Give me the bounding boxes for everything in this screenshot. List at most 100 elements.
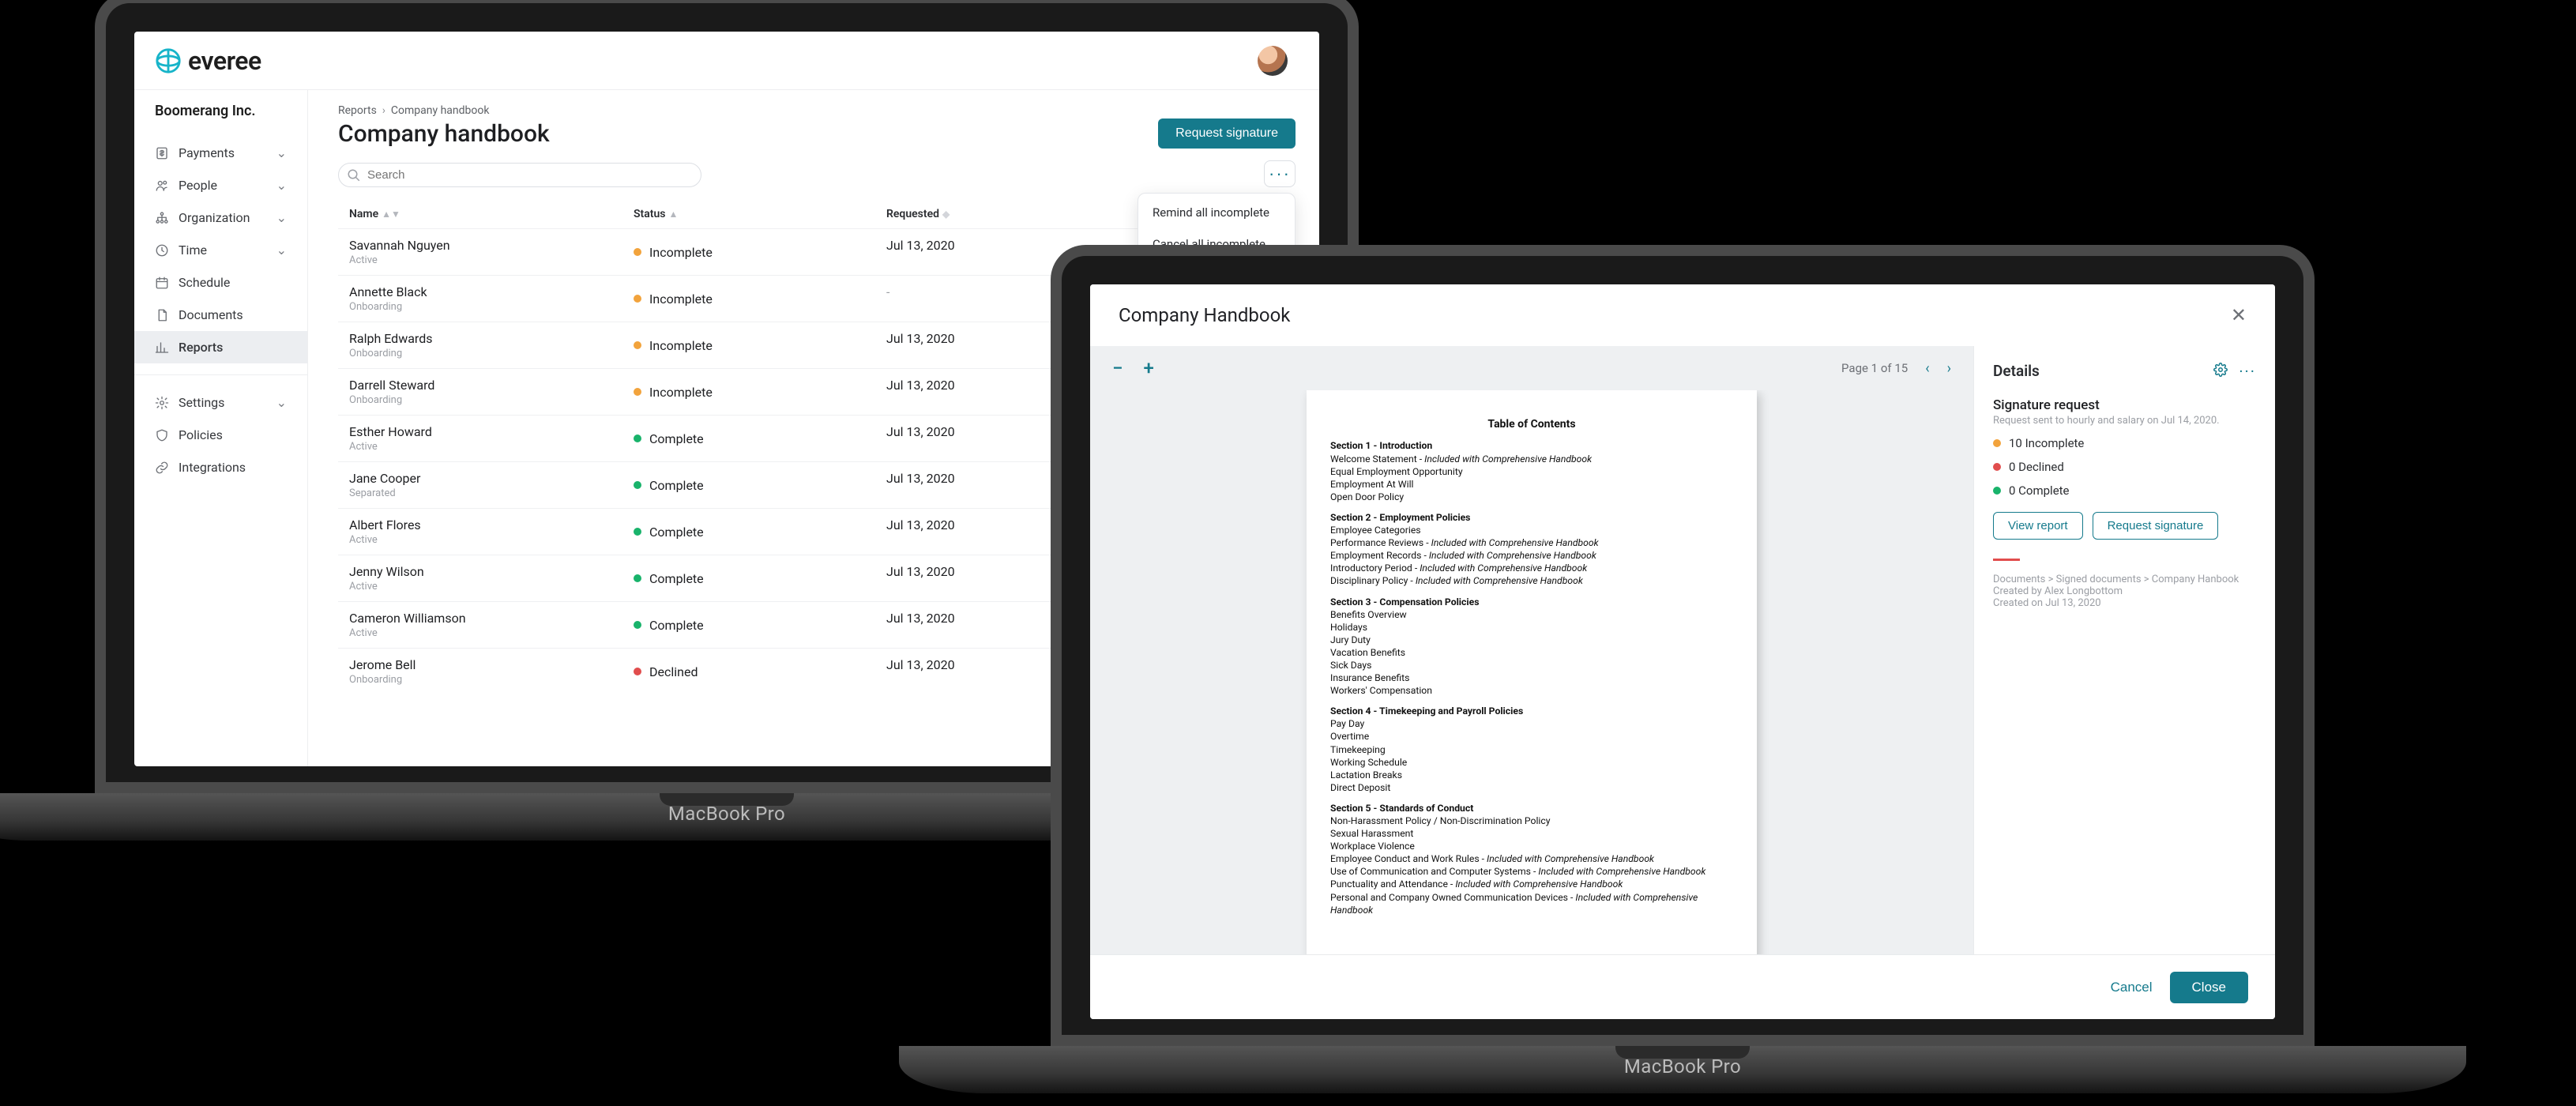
more-button[interactable]: ··· (1264, 160, 1296, 187)
row-status: Declined (649, 664, 698, 679)
page-title: Company handbook (338, 120, 550, 148)
close-icon[interactable]: ✕ (2231, 304, 2247, 327)
doc-icon (155, 308, 169, 322)
doc-line: Personal and Company Owned Communication… (1330, 891, 1733, 916)
gear-icon[interactable] (2213, 362, 2228, 381)
row-sub: Onboarding (349, 301, 634, 313)
viewer-toolbar: − + Page 1 of 15 ‹ › (1090, 346, 1973, 390)
detail-stat: 0 Declined (1993, 460, 2256, 474)
request-signature-button-2[interactable]: Request signature (2093, 512, 2219, 540)
sidebar-item-people[interactable]: People ⌄ (134, 169, 307, 201)
sidebar-item-label: Schedule (179, 275, 230, 290)
doc-line: Introductory Period - Included with Comp… (1330, 562, 1733, 574)
chevron-down-icon: ⌄ (276, 178, 287, 193)
row-status: Complete (649, 571, 704, 586)
sidebar-item-documents[interactable]: Documents (134, 299, 307, 331)
doc-section-heading: Section 4 - Timekeeping and Payroll Poli… (1330, 705, 1733, 717)
row-sub: Active (349, 627, 634, 639)
doc-line: Timekeeping (1330, 743, 1733, 756)
chevron-down-icon: ⌄ (276, 395, 287, 410)
status-dot (634, 668, 641, 675)
col-name[interactable]: Name▲▼ (349, 208, 634, 220)
row-name: Savannah Nguyen (349, 238, 634, 253)
crumb-page: Company handbook (391, 104, 490, 117)
zoom-in-icon[interactable]: + (1144, 357, 1154, 379)
detail-stat: 0 Complete (1993, 483, 2256, 498)
row-sub: Onboarding (349, 348, 634, 359)
row-status: Complete (649, 431, 704, 446)
status-dot (634, 388, 641, 396)
avatar[interactable] (1258, 46, 1288, 76)
laptop-docviewer: Company Handbook ✕ − + Page 1 of 15 ‹ › (1051, 245, 2315, 1093)
sidebar-item-time[interactable]: Time ⌄ (134, 234, 307, 266)
search-input[interactable] (338, 163, 701, 187)
sidebar-item-policies[interactable]: Policies (134, 419, 307, 451)
status-dot (634, 621, 641, 629)
page-label: Page 1 of 15 (1841, 361, 1908, 375)
crumb-reports[interactable]: Reports (338, 104, 377, 117)
doc-line: Employment At Will (1330, 478, 1733, 491)
row-name: Jane Cooper (349, 471, 634, 486)
row-sub: Onboarding (349, 394, 634, 406)
prev-page-icon[interactable]: ‹ (1925, 360, 1929, 377)
doc-toc-title: Table of Contents (1330, 417, 1733, 431)
gear-icon (155, 396, 169, 410)
doc-section-heading: Section 3 - Compensation Policies (1330, 596, 1733, 608)
stat-label: 0 Complete (2009, 483, 2070, 498)
accent-line (1993, 559, 2020, 561)
sidebar-item-integrations[interactable]: Integrations (134, 451, 307, 483)
col-status[interactable]: Status▲ (634, 208, 886, 220)
request-signature-button[interactable]: Request signature (1158, 118, 1296, 149)
dollar-icon (155, 146, 169, 160)
sidebar-item-organization[interactable]: Organization ⌄ (134, 201, 307, 234)
stat-label: 10 Incomplete (2009, 436, 2084, 450)
more-icon[interactable]: ··· (2239, 362, 2256, 381)
laptop-brand: MacBook Pro (668, 803, 785, 825)
sidebar-item-payments[interactable]: Payments ⌄ (134, 137, 307, 169)
row-status: Complete (649, 478, 704, 493)
doc-line: Disciplinary Policy - Included with Comp… (1330, 574, 1733, 587)
col-requested[interactable]: Requested◆ (886, 208, 1123, 220)
view-report-button[interactable]: View report (1993, 512, 2083, 540)
zoom-out-icon[interactable]: − (1112, 357, 1123, 379)
cal-icon (155, 276, 169, 290)
app-header: everee (134, 32, 1319, 90)
doc-line: Vacation Benefits (1330, 646, 1733, 659)
logo-icon (155, 47, 182, 74)
org-icon (155, 211, 169, 225)
breadcrumb: Reports › Company handbook (338, 104, 1296, 117)
sidebar-item-label: Settings (179, 395, 224, 410)
modal-title: Company Handbook (1119, 304, 1290, 326)
sidebar-item-settings[interactable]: Settings ⌄ (134, 386, 307, 419)
chevron-down-icon: ⌄ (276, 243, 287, 258)
status-dot (1993, 439, 2001, 447)
doc-line: Pay Day (1330, 717, 1733, 730)
created-by: Created by Alex Longbottom (1993, 585, 2256, 597)
sidebar-item-label: People (179, 178, 217, 193)
clock-icon (155, 243, 169, 258)
status-dot (634, 574, 641, 582)
menu-remind-all[interactable]: Remind all incomplete (1138, 197, 1295, 228)
sidebar-item-schedule[interactable]: Schedule (134, 266, 307, 299)
sidebar-item-label: Documents (179, 307, 243, 322)
close-button[interactable]: Close (2170, 972, 2248, 1003)
doc-line: Overtime (1330, 730, 1733, 743)
doc-line: Use of Communication and Computer System… (1330, 865, 1733, 878)
row-status: Incomplete (649, 385, 713, 400)
sidebar-item-reports[interactable]: Reports (134, 331, 307, 363)
logo: everee (155, 46, 261, 76)
row-status: Incomplete (649, 292, 713, 307)
row-status: Incomplete (649, 338, 713, 353)
doc-line: Jury Duty (1330, 634, 1733, 646)
doc-line: Employee Conduct and Work Rules - Includ… (1330, 852, 1733, 865)
sidebar-item-label: Policies (179, 427, 223, 442)
cancel-button[interactable]: Cancel (2111, 980, 2153, 995)
next-page-icon[interactable]: › (1947, 360, 1951, 377)
row-sub: Active (349, 534, 634, 546)
doc-line: Lactation Breaks (1330, 769, 1733, 781)
doc-line: Benefits Overview (1330, 608, 1733, 621)
status-dot (634, 528, 641, 536)
row-sub: Active (349, 254, 634, 266)
doc-line: Insurance Benefits (1330, 672, 1733, 684)
row-sub: Separated (349, 487, 634, 499)
